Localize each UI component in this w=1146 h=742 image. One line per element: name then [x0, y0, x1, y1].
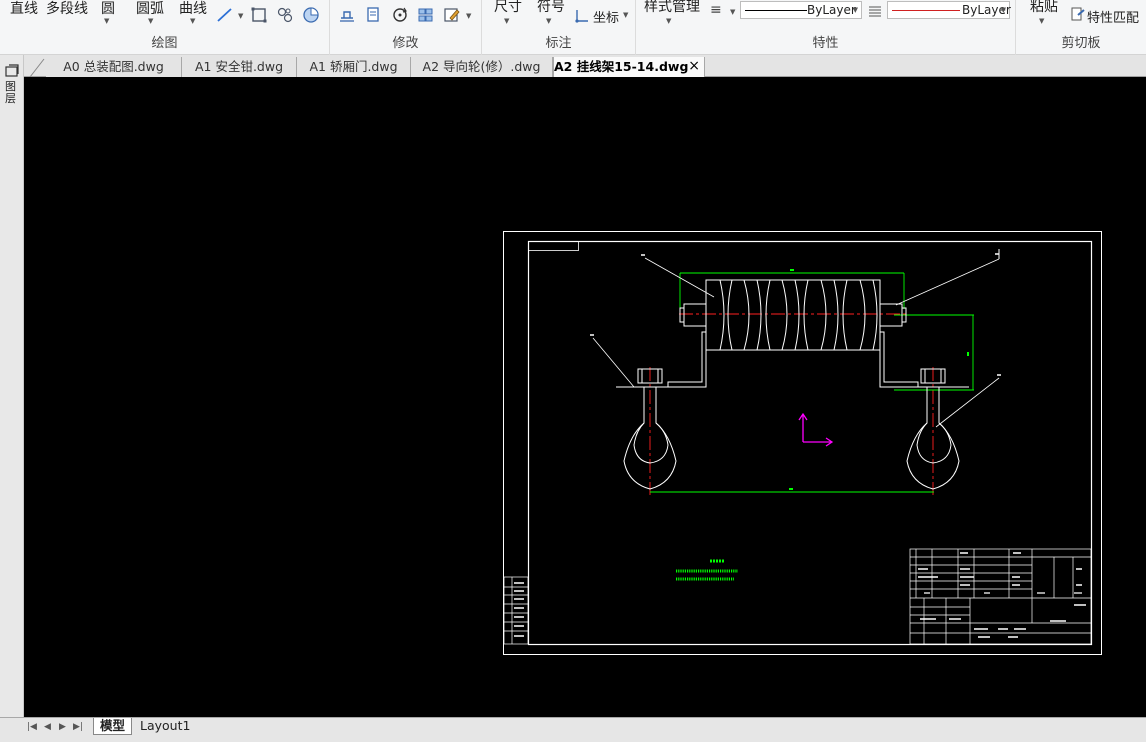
transparency-icon[interactable]	[868, 4, 882, 18]
construction-line-icon[interactable]	[216, 6, 234, 24]
linetype-swatch	[745, 10, 807, 11]
rotate-icon[interactable]	[391, 6, 409, 24]
layer-panel-label[interactable]: 图层	[5, 81, 19, 105]
tab-a1-safety-gear[interactable]: A1 安全钳.dwg	[182, 57, 297, 77]
next-layout-icon[interactable]: ▶	[59, 722, 66, 732]
linetype-select[interactable]: ByLayer ▼	[740, 1, 862, 19]
color-dropdown-icon: ▼	[1000, 6, 1006, 14]
ucs-icon	[798, 412, 834, 447]
hatch-icon[interactable]	[276, 6, 294, 24]
paste-dropdown-icon[interactable]: ▼	[1039, 17, 1044, 25]
dimension-dropdown-icon[interactable]: ▼	[504, 17, 509, 25]
prev-layout-icon[interactable]: ◀	[44, 722, 51, 732]
coordinate-button[interactable]: 坐标	[593, 7, 619, 26]
modify-group: ▼ 修改	[330, 0, 482, 55]
paste-button[interactable]: 粘贴	[1030, 0, 1058, 16]
tab-label: A0 总装配图.dwg	[63, 59, 164, 74]
modify-dropdown-icon[interactable]: ▼	[466, 12, 471, 20]
cad-application-window: 直线 多段线 圆 ▼ 圆弧 ▼ 曲线 ▼ ▼ 绘图 ▼ 修改 尺寸 ▼ 符号 ▼…	[0, 0, 1146, 742]
arc-button[interactable]: 圆弧	[136, 0, 164, 18]
document-tab-bar: A0 总装配图.dwg A1 安全钳.dwg A1 轿厢门.dwg A2 导向轮…	[24, 55, 1146, 77]
tab-a2-hanger-frame[interactable]: A2 挂线架15-14.dwg ×	[553, 57, 705, 77]
move-icon[interactable]	[338, 6, 356, 24]
linetype-value: ByLayer	[807, 3, 856, 17]
last-layout-icon[interactable]: ▶|	[73, 722, 83, 732]
tab-label: A2 挂线架15-14.dwg	[554, 59, 689, 74]
coordinate-dropdown-icon[interactable]: ▼	[623, 11, 628, 19]
color-swatch	[892, 10, 960, 11]
circle-dropdown-icon[interactable]: ▼	[104, 17, 109, 25]
drawing-svg	[503, 231, 1102, 655]
drawing-canvas[interactable]	[24, 77, 1146, 717]
line-tools-dropdown-icon[interactable]: ▼	[238, 12, 243, 20]
layer-panel-icon[interactable]	[4, 63, 20, 79]
edit-icon[interactable]	[443, 6, 461, 24]
clipboard-group-label: 剪切板	[1061, 36, 1101, 51]
roller-assembly	[616, 279, 969, 490]
arc-dropdown-icon[interactable]: ▼	[148, 17, 153, 25]
draw-group-label: 绘图	[151, 36, 178, 51]
sheet-inner-border	[527, 240, 1093, 646]
properties-group-label: 特性	[812, 36, 839, 51]
linetype-dropdown-icon: ▼	[852, 6, 858, 14]
polyline-button[interactable]: 多段线	[46, 0, 88, 18]
layout-tab-bar: |◀ ◀ ▶ ▶| 模型 Layout1	[0, 717, 1146, 742]
match-properties-icon[interactable]	[1070, 6, 1086, 22]
rectangle-icon[interactable]	[250, 6, 268, 24]
modify-group-label: 修改	[392, 36, 419, 51]
sheet-number-box	[528, 241, 579, 251]
center-lines	[649, 313, 934, 495]
sheet-outer-border	[503, 231, 1102, 655]
lineweight-icon[interactable]: ≡	[710, 2, 722, 18]
ribbon: 直线 多段线 圆 ▼ 圆弧 ▼ 曲线 ▼ ▼ 绘图 ▼ 修改 尺寸 ▼ 符号 ▼…	[0, 0, 1146, 55]
layout1-tab[interactable]: Layout1	[134, 718, 196, 735]
lineweight-dropdown-icon[interactable]: ▼	[730, 8, 735, 16]
tab-label: A1 安全钳.dwg	[194, 59, 284, 74]
style-manager-dropdown-icon[interactable]: ▼	[666, 17, 671, 25]
layer-panel-strip: 图层	[0, 55, 24, 717]
tab-a0-assembly[interactable]: A0 总装配图.dwg	[46, 57, 182, 77]
circle-button[interactable]: 圆	[101, 0, 115, 18]
copy-icon[interactable]	[364, 6, 382, 24]
match-properties-button[interactable]: 特性匹配	[1087, 7, 1139, 26]
side-revision-table	[503, 576, 529, 645]
properties-group: 样式管理 ▼ ≡ ▼ ByLayer ▼ ByLayer ▼ 特性	[636, 0, 1016, 55]
annotation-group: 尺寸 ▼ 符号 ▼ 坐标 ▼ 标注	[482, 0, 636, 55]
clipboard-group: 粘贴 ▼ 特性匹配 剪切板	[1016, 0, 1146, 55]
tab-a2-guide-wheel[interactable]: A2 导向轮(修）.dwg	[411, 57, 553, 77]
coordinate-icon[interactable]	[574, 8, 590, 24]
annotation-group-label: 标注	[545, 36, 572, 51]
curve-dropdown-icon[interactable]: ▼	[190, 17, 195, 25]
tab-a1-car-door[interactable]: A1 轿厢门.dwg	[297, 57, 411, 77]
model-tab[interactable]: 模型	[93, 718, 133, 735]
dimension-button[interactable]: 尺寸	[494, 0, 522, 16]
symbol-dropdown-icon[interactable]: ▼	[546, 17, 551, 25]
first-layout-icon[interactable]: |◀	[27, 722, 37, 732]
array-icon[interactable]	[417, 6, 435, 24]
style-manager-button[interactable]: 样式管理	[644, 0, 700, 16]
tab-label: A1 轿厢门.dwg	[309, 59, 398, 74]
draw-group: 直线 多段线 圆 ▼ 圆弧 ▼ 曲线 ▼ ▼ 绘图	[0, 0, 330, 55]
technical-notes	[676, 559, 738, 581]
tab-bar-divider-icon	[29, 58, 45, 77]
tab-label: A2 导向轮(修）.dwg	[422, 59, 541, 74]
curve-button[interactable]: 曲线	[179, 0, 207, 18]
title-block	[909, 548, 1092, 645]
region-icon[interactable]	[302, 6, 320, 24]
close-tab-icon[interactable]: ×	[688, 57, 700, 76]
color-select[interactable]: ByLayer ▼	[887, 1, 1011, 19]
symbol-button[interactable]: 符号	[537, 0, 565, 16]
line-button[interactable]: 直线	[10, 0, 38, 18]
